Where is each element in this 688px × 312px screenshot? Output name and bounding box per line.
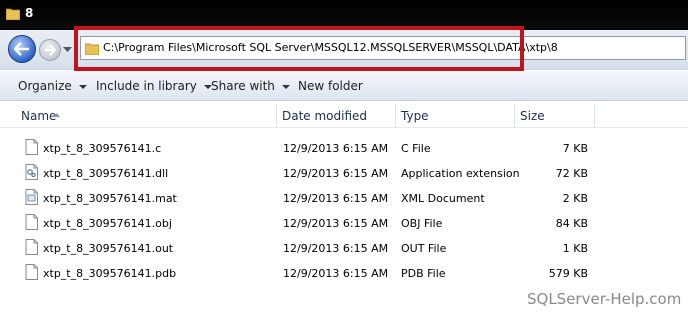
forward-button[interactable] bbox=[39, 39, 61, 61]
title-bar: 8 bbox=[0, 0, 688, 30]
file-type: Application extension bbox=[401, 167, 520, 180]
file-row[interactable]: xtp_t_8_309576141.mat 12/9/2013 6:15 AM XM… bbox=[0, 187, 688, 212]
file-type: C File bbox=[401, 142, 431, 155]
file-date: 12/9/2013 6:15 AM bbox=[283, 267, 389, 280]
file-row[interactable]: xtp_t_8_309576141.out 12/9/2013 6:15 AM OU… bbox=[0, 237, 688, 262]
file-type: XML Document bbox=[401, 192, 485, 205]
organize-button[interactable]: Organize bbox=[18, 79, 87, 93]
column-date-modified[interactable]: Date modified bbox=[277, 104, 396, 128]
file-size: 1 KB bbox=[562, 242, 588, 255]
include-label: Include in library bbox=[96, 79, 197, 93]
obj-file-icon bbox=[25, 214, 38, 230]
column-type-label: Type bbox=[401, 109, 429, 123]
address-path: C:\Program Files\Microsoft SQL Server\MS… bbox=[103, 41, 558, 54]
back-arrow-icon bbox=[14, 42, 29, 56]
window-title: 8 bbox=[25, 6, 34, 20]
file-row[interactable]: xtp_t_8_309576141.dll 12/9/2013 6:15 AM Ap… bbox=[0, 162, 688, 187]
watermark: SQLServer-Help.com bbox=[527, 290, 682, 308]
file-row[interactable]: xtp_t_8_309576141.obj 12/9/2013 6:15 AM OB… bbox=[0, 212, 688, 237]
folder-icon bbox=[6, 8, 20, 20]
file-name: xtp_t_8_309576141.mat bbox=[43, 192, 177, 205]
file-size: 579 KB bbox=[548, 267, 588, 280]
address-bar[interactable]: C:\Program Files\Microsoft SQL Server\MS… bbox=[80, 36, 686, 60]
share-with-button[interactable]: Share with bbox=[211, 79, 290, 93]
file-type: OUT File bbox=[401, 242, 447, 255]
organize-label: Organize bbox=[18, 79, 72, 93]
folder-icon bbox=[85, 43, 99, 55]
column-name[interactable]: Name bbox=[0, 104, 277, 128]
forward-arrow-icon bbox=[45, 44, 56, 56]
chevron-down-icon bbox=[281, 84, 290, 89]
file-date: 12/9/2013 6:15 AM bbox=[283, 142, 389, 155]
command-toolbar: Organize Include in library Share with N… bbox=[0, 71, 688, 101]
sort-ascending-icon bbox=[54, 113, 60, 117]
file-size: 84 KB bbox=[555, 217, 588, 230]
header-divider bbox=[0, 127, 688, 128]
file-row[interactable]: xtp_t_8_309576141.c 12/9/2013 6:15 AM C Fi… bbox=[0, 137, 688, 162]
column-size[interactable]: Size bbox=[515, 104, 595, 128]
file-name: xtp_t_8_309576141.out bbox=[43, 242, 174, 255]
column-size-label: Size bbox=[520, 109, 545, 123]
file-type: OBJ File bbox=[401, 217, 443, 230]
file-size: 7 KB bbox=[562, 142, 588, 155]
file-size: 2 KB bbox=[562, 192, 588, 205]
column-header-row: Name Date modified Type Size bbox=[0, 104, 688, 128]
file-date: 12/9/2013 6:15 AM bbox=[283, 242, 389, 255]
xml-file-icon bbox=[25, 189, 38, 205]
back-button[interactable] bbox=[8, 35, 36, 63]
file-size: 72 KB bbox=[555, 167, 588, 180]
file-name: xtp_t_8_309576141.obj bbox=[43, 217, 172, 230]
file-name: xtp_t_8_309576141.pdb bbox=[43, 267, 177, 280]
file-name: xtp_t_8_309576141.dll bbox=[43, 167, 169, 180]
include-in-library-button[interactable]: Include in library bbox=[96, 79, 212, 93]
new-folder-button[interactable]: New folder bbox=[298, 79, 363, 93]
file-row[interactable]: xtp_t_8_309576141.pdb 12/9/2013 6:15 AM PD… bbox=[0, 262, 688, 287]
recent-pages-icon[interactable] bbox=[63, 46, 72, 54]
c-file-icon bbox=[25, 139, 38, 155]
column-name-label: Name bbox=[21, 109, 57, 123]
column-date-label: Date modified bbox=[282, 109, 368, 123]
file-type: PDB File bbox=[401, 267, 446, 280]
out-file-icon bbox=[25, 239, 38, 255]
column-type[interactable]: Type bbox=[396, 104, 515, 128]
file-date: 12/9/2013 6:15 AM bbox=[283, 192, 389, 205]
chevron-down-icon bbox=[78, 84, 87, 89]
file-name: xtp_t_8_309576141.c bbox=[43, 142, 162, 155]
dll-file-icon bbox=[25, 164, 38, 180]
share-label: Share with bbox=[211, 79, 275, 93]
file-date: 12/9/2013 6:15 AM bbox=[283, 217, 389, 230]
pdb-file-icon bbox=[25, 264, 38, 280]
file-date: 12/9/2013 6:15 AM bbox=[283, 167, 389, 180]
